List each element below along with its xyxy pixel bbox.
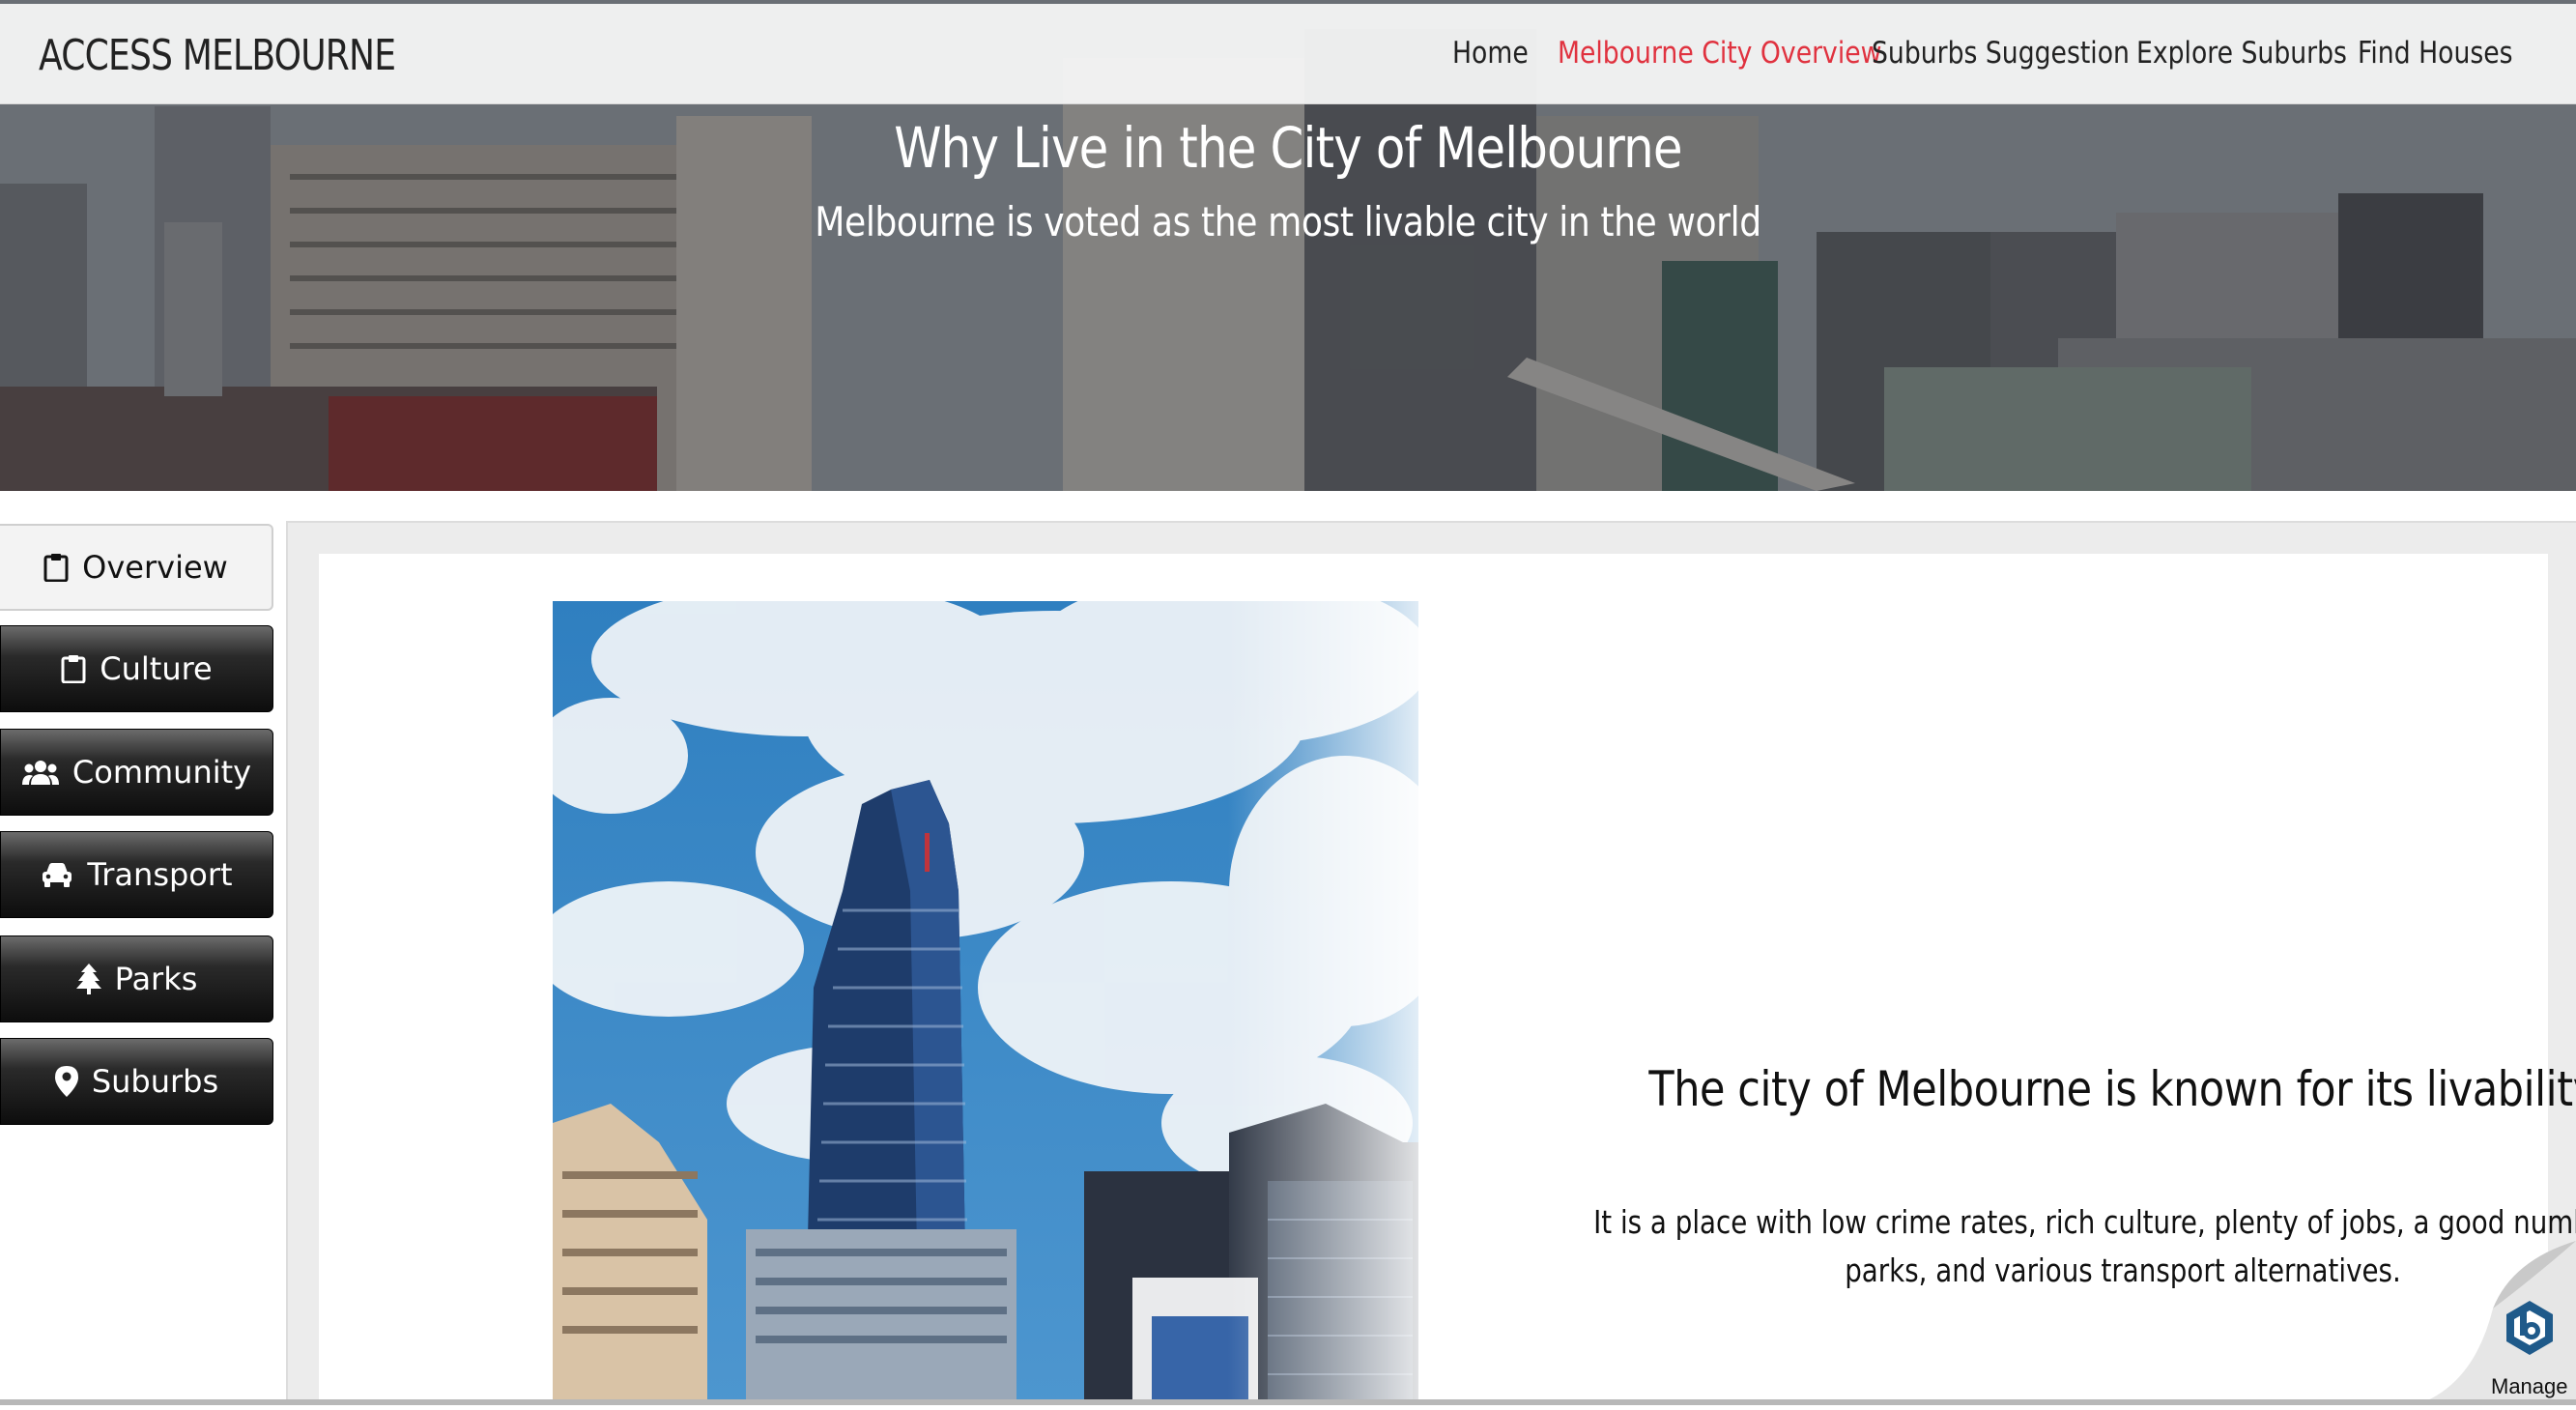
nav-suburbs-suggestion[interactable]: Suburbs Suggestion bbox=[1872, 36, 2130, 71]
top-navbar: ACCESS MELBOURNE Home Melbourne City Ove… bbox=[0, 4, 2576, 104]
sidebar-item-label: Suburbs bbox=[91, 1063, 219, 1100]
sidebar-item-overview[interactable]: Overview bbox=[0, 524, 273, 611]
sidebar-item-culture[interactable]: Culture bbox=[0, 625, 273, 712]
sidebar-item-community[interactable]: Community bbox=[0, 729, 273, 816]
manage-label[interactable]: Manage bbox=[2491, 1374, 2568, 1399]
car-icon bbox=[41, 861, 73, 888]
sidebar-item-parks[interactable]: Parks bbox=[0, 935, 273, 1022]
map-marker-icon bbox=[54, 1066, 78, 1097]
eureka-tower-photo bbox=[553, 601, 1418, 1405]
brand-logo[interactable]: ACCESS MELBOURNE bbox=[39, 31, 396, 80]
section-heading: The city of Melbourne is known for its l… bbox=[1648, 1061, 2576, 1117]
users-icon bbox=[21, 759, 59, 786]
sidebar-item-label: Community bbox=[72, 754, 252, 791]
nav-melbourne-city-overview[interactable]: Melbourne City Overview bbox=[1558, 36, 1881, 71]
page-subtitle: Melbourne is voted as the most livable c… bbox=[815, 198, 1761, 245]
nav-explore-suburbs[interactable]: Explore Suburbs bbox=[2136, 36, 2347, 71]
sidebar-item-suburbs[interactable]: Suburbs bbox=[0, 1038, 273, 1125]
clipboard-icon bbox=[43, 553, 69, 582]
nav-home[interactable]: Home bbox=[1452, 36, 1529, 71]
page-title: Why Live in the City of Melbourne bbox=[894, 115, 1682, 181]
sidebar-item-label: Transport bbox=[87, 856, 233, 893]
tree-icon bbox=[75, 964, 101, 994]
nav-find-houses[interactable]: Find Houses bbox=[2358, 36, 2513, 71]
sidebar-item-label: Parks bbox=[114, 961, 198, 997]
sidebar-item-transport[interactable]: Transport bbox=[0, 831, 273, 918]
bottom-scroll-edge bbox=[0, 1399, 2576, 1405]
sidebar-item-label: Culture bbox=[100, 650, 213, 687]
clipboard-icon bbox=[61, 654, 86, 683]
sidebar-item-label: Overview bbox=[82, 549, 228, 586]
